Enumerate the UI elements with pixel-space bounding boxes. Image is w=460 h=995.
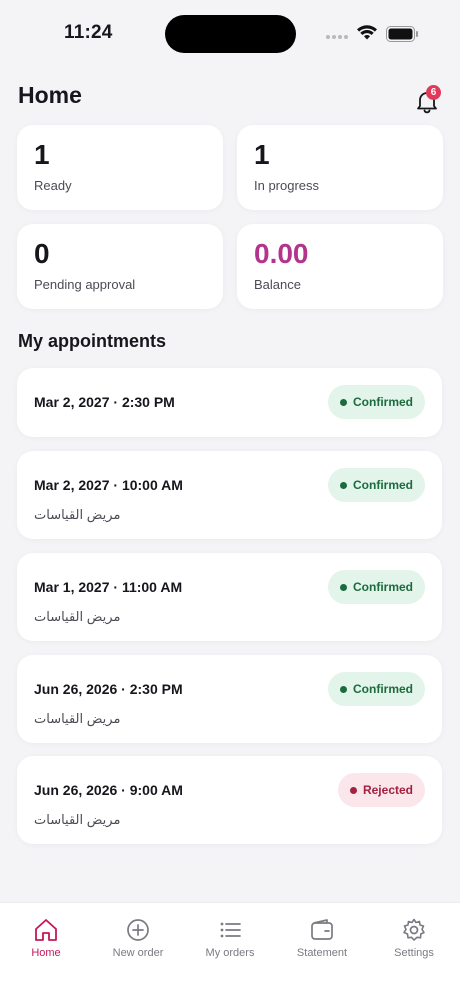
appointment-date: Mar 1, 2027 · 11:00 AM [34, 579, 183, 595]
tab-label: My orders [205, 947, 255, 959]
appointment-card[interactable]: Mar 2, 2027 · 2:30 PM Confirmed [17, 368, 442, 437]
wifi-icon [357, 25, 377, 40]
tab-my-orders[interactable]: My orders [184, 903, 276, 973]
notifications-button[interactable]: 6 [416, 85, 446, 114]
appointment-card[interactable]: Mar 2, 2027 · 10:00 AM مريض القياسات Con… [17, 451, 442, 539]
appointment-date: Mar 2, 2027 · 10:00 AM [34, 477, 183, 493]
stat-value: 1 [254, 139, 270, 170]
stat-label: Pending approval [34, 277, 136, 292]
section-title: My appointments [18, 331, 167, 351]
stat-card-ready[interactable]: 1 Ready [17, 125, 223, 210]
status-label: Confirmed [353, 682, 413, 696]
stat-card-pending-approval[interactable]: 0 Pending approval [17, 224, 223, 309]
list-icon [220, 922, 241, 938]
home-icon [35, 919, 57, 941]
status-badge: Confirmed [328, 570, 425, 604]
status-dot-icon [340, 583, 347, 591]
appointment-subtitle: مريض القياسات [34, 507, 121, 522]
tab-new-order[interactable]: New order [92, 903, 184, 973]
appointment-card[interactable]: Mar 1, 2027 · 11:00 AM مريض القياسات Con… [17, 553, 442, 641]
status-badge: Confirmed [328, 385, 425, 419]
status-bar: 11:24 [0, 0, 460, 62]
tab-label: Home [31, 947, 61, 959]
stat-value: 0 [34, 238, 50, 269]
status-label: Confirmed [353, 395, 413, 409]
battery-icon [386, 26, 418, 42]
stat-label: Ready [34, 178, 72, 193]
appointment-subtitle: مريض القياسات [34, 609, 121, 624]
status-dot-icon [340, 481, 347, 489]
stat-value: 1 [34, 139, 50, 170]
bottom-tab-bar: Home New order My orders Statement Setti… [0, 902, 460, 995]
appointment-subtitle: مريض القياسات [34, 812, 121, 827]
appointment-card[interactable]: Jun 26, 2026 · 2:30 PM مريض القياسات Con… [17, 655, 442, 743]
status-time: 11:24 [64, 22, 113, 43]
plus-circle-icon [127, 919, 149, 941]
tab-label: New order [112, 947, 164, 959]
stat-label: Balance [254, 277, 301, 292]
appointment-date: Mar 2, 2027 · 2:30 PM [34, 394, 175, 410]
stat-label: In progress [254, 178, 320, 193]
notification-badge: 6 [426, 85, 441, 100]
tab-label: Settings [394, 947, 434, 959]
stat-card-in-progress[interactable]: 1 In progress [237, 125, 443, 210]
tab-settings[interactable]: Settings [368, 903, 460, 973]
status-label: Rejected [362, 783, 413, 797]
status-dot-icon [340, 685, 347, 693]
appointment-card[interactable]: Jun 26, 2026 · 9:00 AM مريض القياسات Rej… [17, 756, 442, 844]
appointment-subtitle: مريض القياسات [34, 711, 121, 726]
balance-value: 0.00 [254, 238, 309, 269]
status-label: Confirmed [353, 478, 413, 492]
status-badge: Confirmed [328, 468, 425, 502]
wallet-icon [311, 919, 333, 940]
stat-card-balance[interactable]: 0.00 Balance [237, 224, 443, 309]
gear-icon [403, 918, 425, 941]
tab-label: Statement [296, 947, 348, 959]
tab-statement[interactable]: Statement [276, 903, 368, 973]
status-badge: Rejected [337, 773, 425, 807]
appointment-date: Jun 26, 2026 · 9:00 AM [34, 782, 183, 798]
page-title: Home [18, 82, 82, 108]
status-badge: Confirmed [328, 672, 425, 706]
dynamic-island [165, 15, 296, 53]
status-dot-icon [340, 398, 347, 406]
status-dot-icon [349, 786, 357, 794]
tab-home[interactable]: Home [0, 903, 92, 973]
status-label: Confirmed [353, 580, 413, 594]
appointment-date: Jun 26, 2026 · 2:30 PM [34, 681, 183, 697]
cellular-signal-icon [326, 35, 348, 39]
